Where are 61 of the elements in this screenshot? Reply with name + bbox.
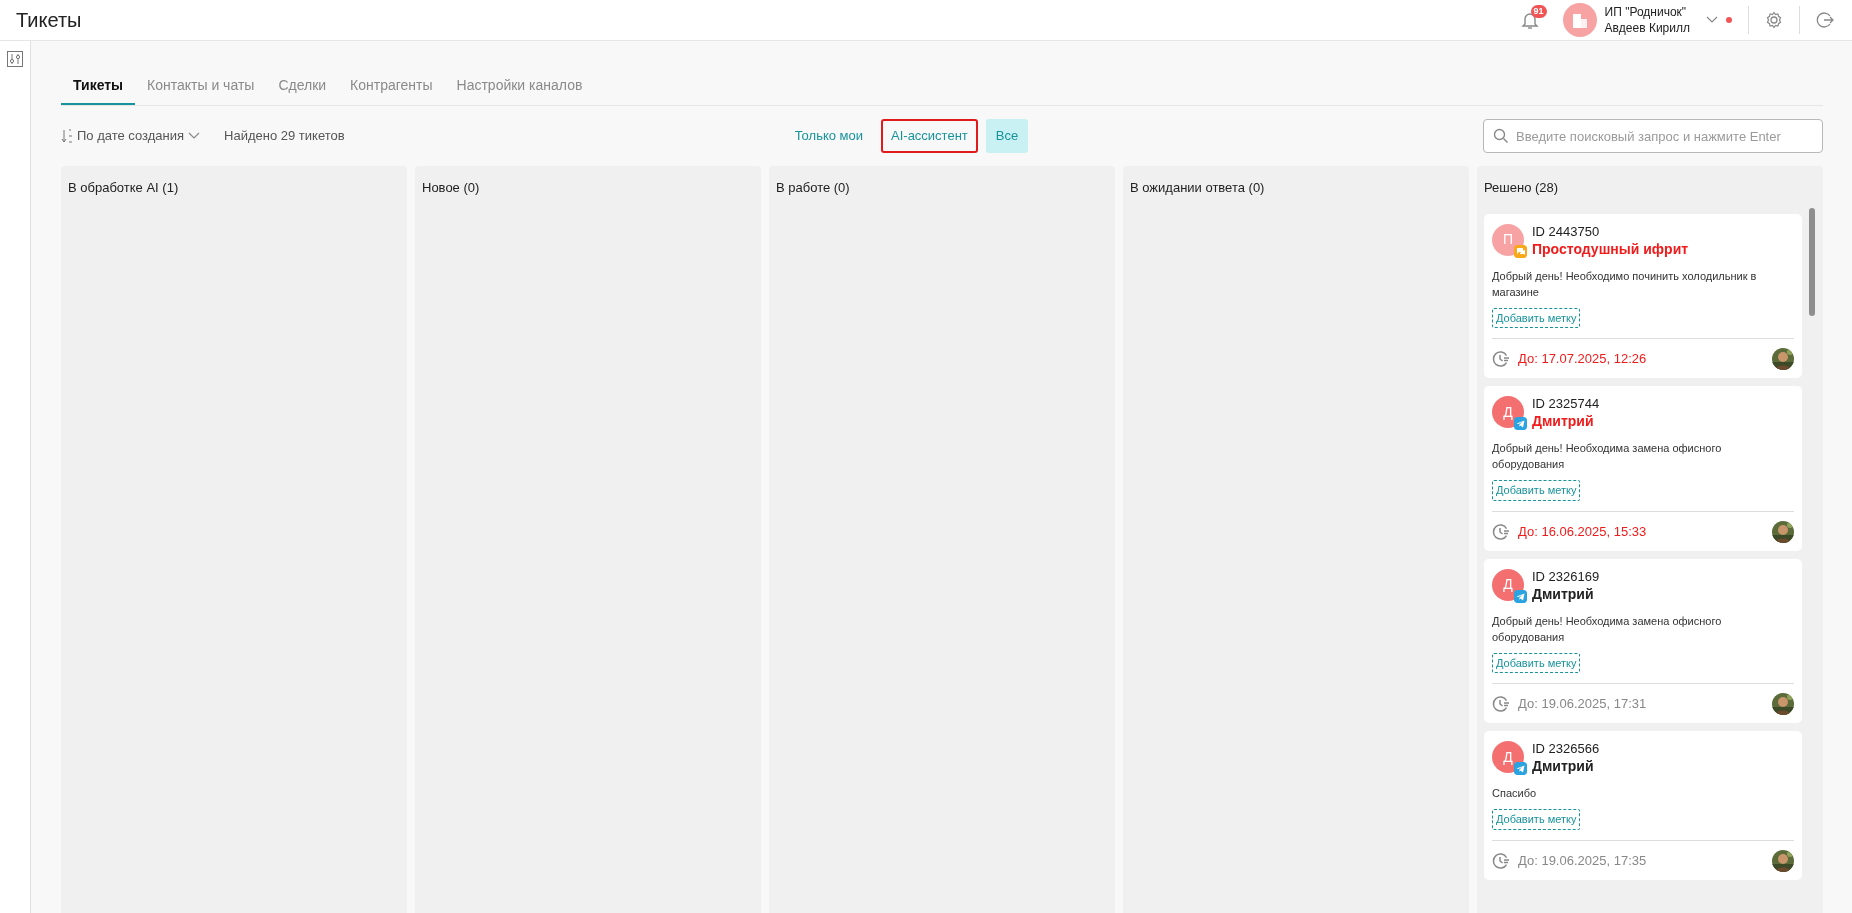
add-tag-button[interactable]: Добавить метку: [1492, 307, 1581, 328]
ticket-message: Добрый день! Необходима замена офисного оборудования: [1492, 613, 1723, 645]
ticket-message: Спасибо: [1492, 786, 1538, 801]
deadline: До: 19.06.2025, 17:35: [1518, 851, 1647, 870]
clock-icon: [1492, 350, 1510, 368]
column-title: Новое (0): [422, 179, 481, 197]
org-name: ИП "Родничок": [1604, 4, 1688, 20]
add-tag-button[interactable]: Добавить метку: [1492, 809, 1581, 830]
page-title: Тикеты: [16, 8, 82, 33]
ticket-message: Добрый день! Необходима замена офисного оборудования: [1492, 441, 1723, 472]
add-tag-button[interactable]: Добавить метку: [1492, 480, 1581, 501]
tab[interactable]: Контрагенты: [338, 69, 445, 105]
ticket-count: Найдено 29 тикетов: [224, 127, 345, 146]
filter-button[interactable]: Все: [985, 119, 1029, 153]
deadline: До: 17.07.2025, 12:26: [1518, 350, 1647, 369]
filter-button[interactable]: AI-ассистент: [881, 119, 978, 153]
clock-icon: [1492, 522, 1510, 541]
deadline: До: 19.06.2025, 17:31: [1518, 695, 1647, 714]
logout-icon[interactable]: [1816, 11, 1834, 29]
client-name: Дмитрий: [1532, 757, 1595, 775]
avatar: Д: [1492, 741, 1524, 773]
tab[interactable]: Сделки: [266, 69, 339, 105]
client-name: Дмитрий: [1532, 584, 1595, 603]
tab[interactable]: Настройки каналов: [444, 69, 595, 105]
ticket-id: ID 2325744: [1532, 396, 1600, 412]
filter-settings-icon[interactable]: [7, 51, 23, 67]
user-name: Авдеев Кирилл: [1604, 20, 1690, 36]
add-tag-button[interactable]: Добавить метку: [1492, 652, 1581, 673]
ticket-id: ID 2326566: [1532, 741, 1600, 757]
column-title: В работе (0): [776, 179, 851, 197]
chevron-down-icon: [188, 132, 201, 140]
client-name: Дмитрий: [1532, 412, 1595, 430]
ticket-id: ID 2443750: [1532, 223, 1601, 240]
clock-icon: [1492, 695, 1510, 713]
avatar: Д: [1492, 396, 1524, 428]
ticket-id: ID 2326169: [1532, 568, 1600, 585]
tab[interactable]: Тикеты: [61, 69, 136, 105]
status-dot: [1726, 17, 1732, 23]
ticket-card[interactable]: Д ID 2325744 Дмитрий Добрый день! Необходима замена офисного оборудования Добавить метку До: 16.06.2025, 15:33: [1484, 386, 1802, 551]
column-title: Решено (28): [1484, 179, 1560, 197]
ticket-card[interactable]: Д ID 2326169 Дмитрий Добрый день! Необходима замена офисного оборудования Добавить метку До: 19.06.2025, 17:31: [1484, 558, 1802, 723]
chevron-down-icon[interactable]: [1706, 16, 1718, 24]
ticket-card[interactable]: П ID 2443750 Простодушный ифрит Добрый день! Необходимо починить холодильник в магазине Добавить метку До: 17.07.2025, 12:26: [1484, 213, 1802, 378]
column-title: В обработке AI (1): [68, 179, 180, 197]
settings-icon[interactable]: [1765, 11, 1783, 29]
ticket-card[interactable]: Д ID 2326566 Дмитрий Спасибо Добавить метку До: 19.06.2025, 17:35: [1484, 731, 1802, 880]
client-name: Простодушный ифрит: [1532, 239, 1689, 258]
filter-button[interactable]: Только мои: [784, 119, 873, 153]
avatar: Д: [1492, 568, 1524, 601]
sort-dropdown[interactable]: По дате создания: [61, 126, 201, 146]
building-icon: [1571, 12, 1588, 28]
search-field[interactable]: Введите поисковый запрос и нажмите Enter: [1483, 119, 1823, 153]
tab[interactable]: Контакты и чаты: [135, 69, 267, 105]
avatar: П: [1492, 223, 1524, 256]
column-title: В ожидании ответа (0): [1130, 179, 1266, 197]
deadline: До: 16.06.2025, 15:33: [1518, 522, 1647, 541]
sort-icon: [61, 129, 73, 143]
ticket-message: Добрый день! Необходимо починить холодильник в магазине: [1492, 268, 1758, 300]
clock-icon: [1492, 851, 1510, 870]
notification-badge: 91: [1530, 4, 1547, 18]
scrollbar[interactable]: [1809, 208, 1815, 316]
